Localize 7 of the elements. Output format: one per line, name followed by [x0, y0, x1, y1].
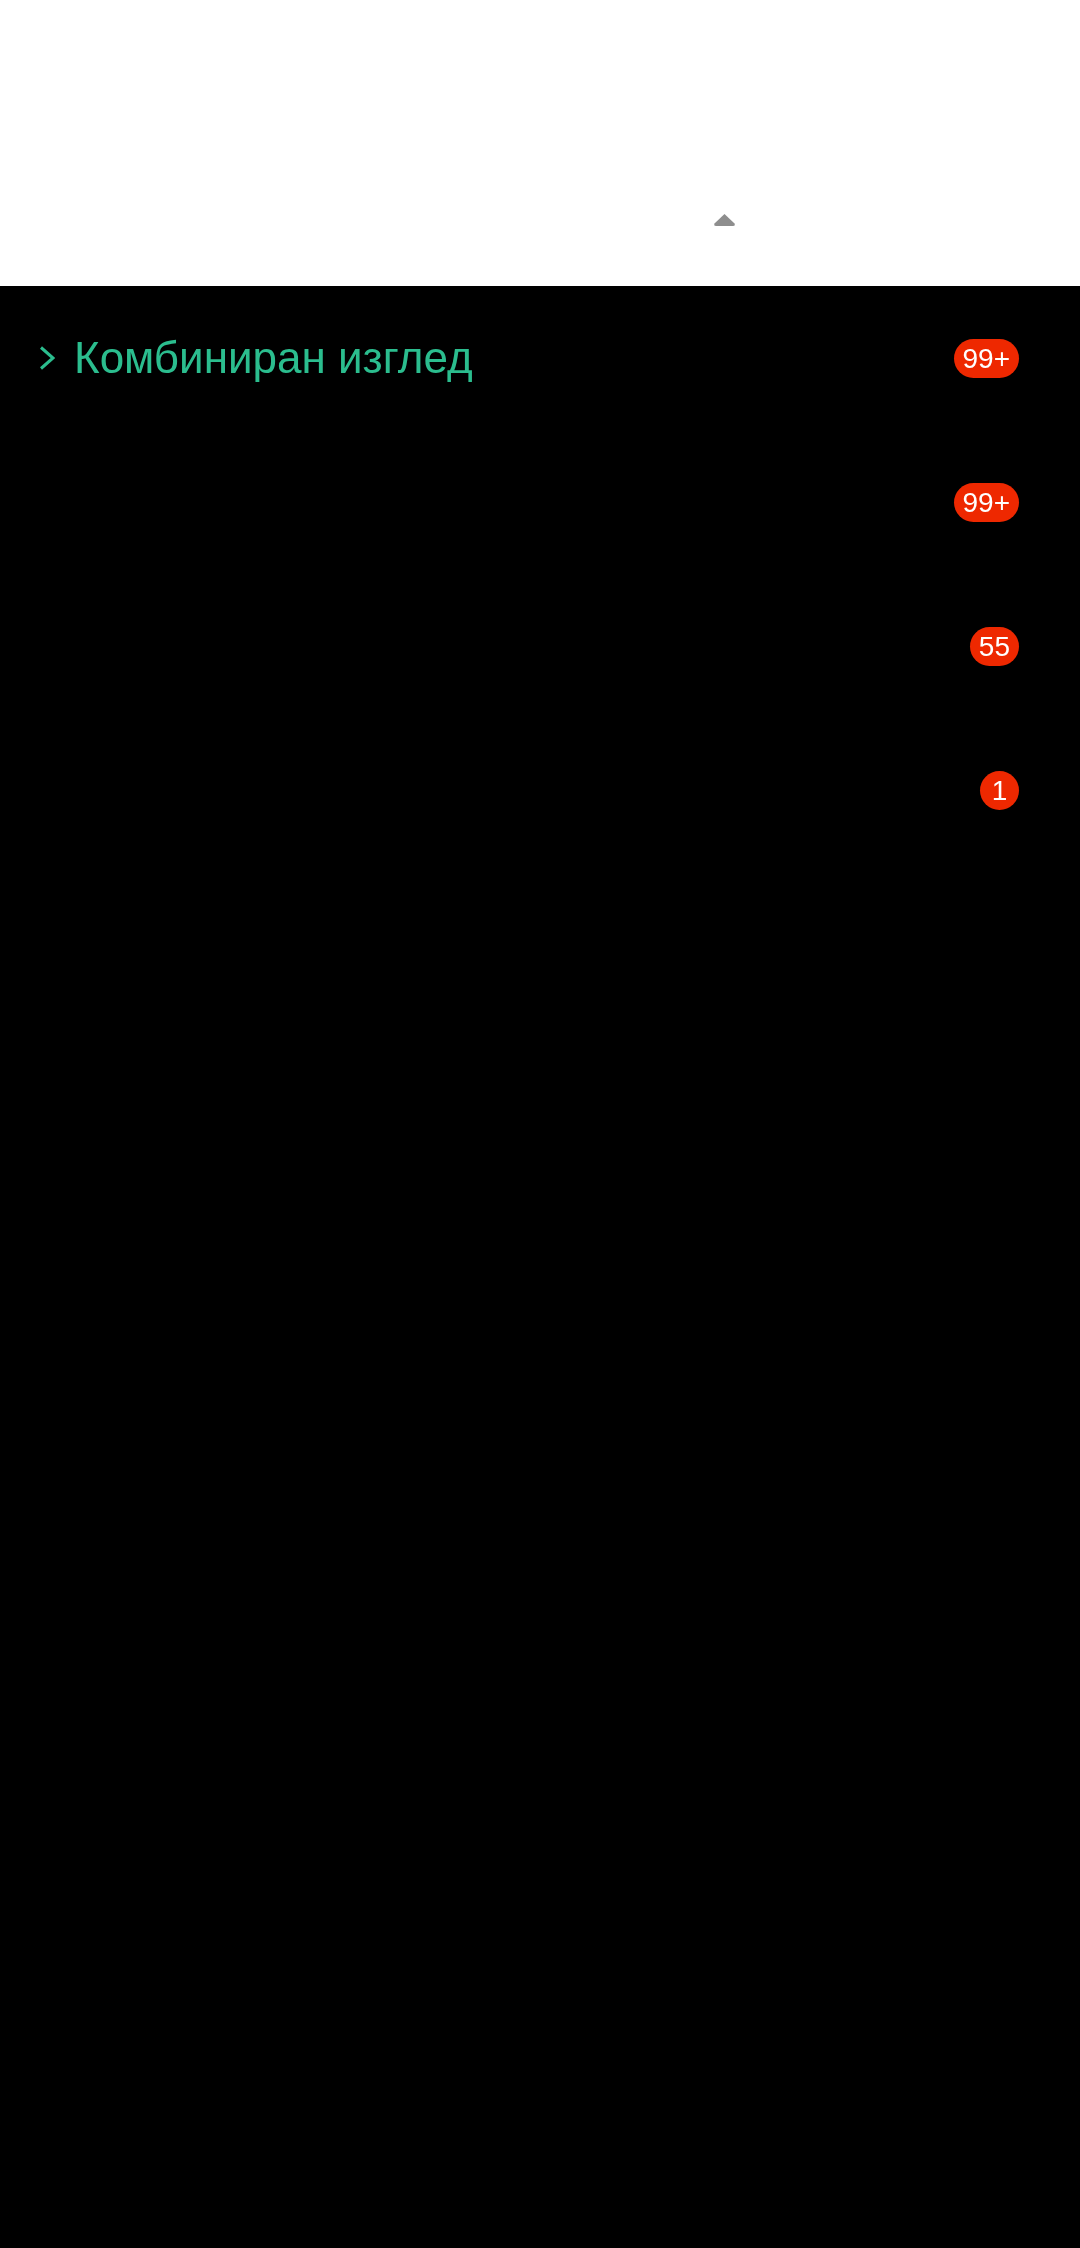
unread-count-badge: 99+ [953, 338, 1019, 378]
chevron-icon[interactable] [39, 346, 55, 370]
unread-count-badge: 99+ [953, 482, 1019, 522]
caret-icon[interactable] [713, 213, 736, 227]
unread-count-badge: 1 [980, 770, 1019, 810]
folder-label[interactable]: Комбиниран изглед [74, 332, 473, 384]
unread-count-badge: 55 [969, 626, 1019, 666]
